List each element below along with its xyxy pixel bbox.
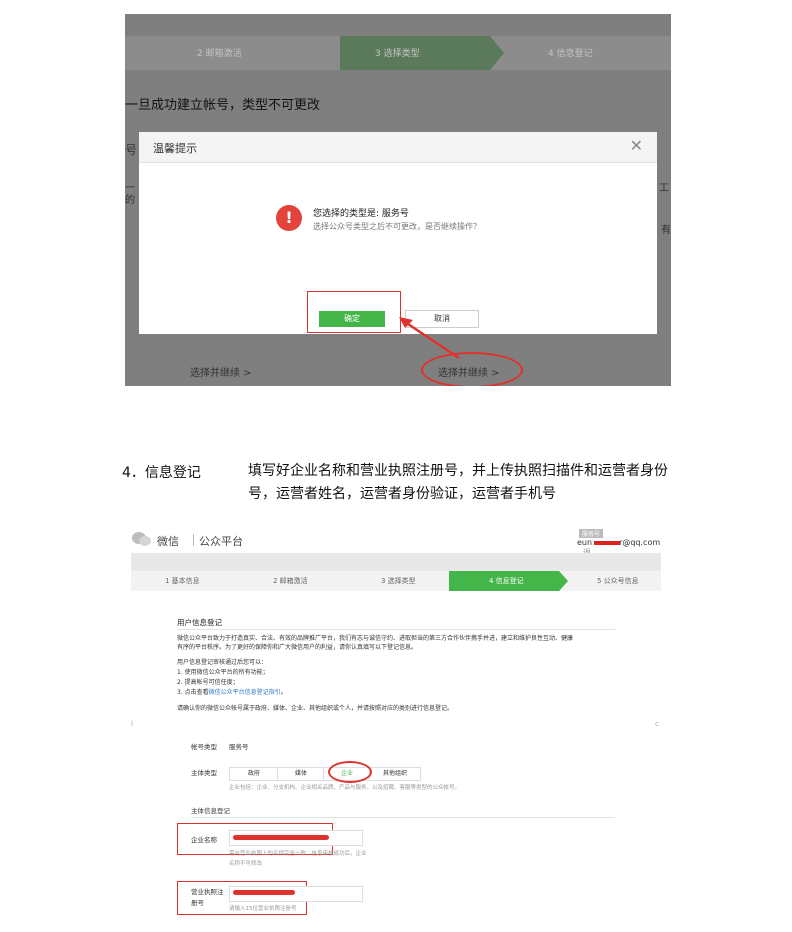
step-select-type: 3 选择类型 xyxy=(375,49,420,59)
benefit-2: 2. 提高帐号可信任度； xyxy=(177,679,239,686)
license-hint: 请输入15位营业执照注册号 xyxy=(229,906,297,912)
benefits-title: 用户信息登记审核通过后您可以： xyxy=(177,659,268,666)
brand-name: 微信 xyxy=(157,535,179,548)
continue-link-left[interactable]: 选择并继续 > xyxy=(190,364,252,379)
benefit-3-prefix: 3. 点击查看 xyxy=(177,689,209,696)
benefit-1: 1. 使用微信公众平台的所有功能； xyxy=(177,669,269,676)
step-info-register: 4 信息登记 xyxy=(489,577,524,585)
subject-type-label: 主体类型 xyxy=(191,769,217,777)
enterprise-highlight-oval xyxy=(328,761,372,783)
close-icon[interactable]: ✕ xyxy=(630,136,643,155)
brand-separator xyxy=(193,534,194,546)
intro-line-2: 有序的平台秩序。为了更好的保障你和广大微信用户的利益，请你认真填写以下登记信息。 xyxy=(177,644,418,651)
dialog-title: 温馨提示 xyxy=(153,142,197,155)
subject-divider xyxy=(191,817,615,818)
registration-screenshot: 微信 公众平台 服务号 eunr@qq.com 退 1 基本信息 2 邮箱激活 … xyxy=(131,523,661,915)
warning-icon: ! xyxy=(276,205,302,231)
company-name-hint-1: 需与营业执照上的名称完全一致，信息审核成功后，企业 xyxy=(229,851,367,857)
dialog-message: 您选择的类型是: 服务号 xyxy=(313,209,409,219)
step-choose-type: 3 选择类型 xyxy=(381,577,416,585)
confirm-category-text: 请确认你的微信公众帐号属于政府、媒体、企业、其他组织或个人，并请按照对应的类别进… xyxy=(177,705,454,712)
option-other-org[interactable]: 其他组织 xyxy=(369,767,421,781)
section-number: 4．信息登记 xyxy=(122,465,201,481)
left-edge-mark: l xyxy=(131,720,133,728)
bg-text-3: 的 xyxy=(125,195,135,206)
wechat-logo-icon xyxy=(132,532,151,546)
bg-text-1: 号 xyxy=(125,143,138,157)
account-type-value: 服务号 xyxy=(229,743,249,751)
email-prefix: eun xyxy=(577,538,593,547)
step-basic-info: 1 基本信息 xyxy=(165,577,200,585)
platform-name: 公众平台 xyxy=(199,535,243,548)
email-redaction xyxy=(594,541,620,545)
benefit-3-suffix: 。 xyxy=(280,689,287,696)
step-email-activate: 2 邮箱激活 xyxy=(273,577,308,585)
option-media[interactable]: 媒体 xyxy=(277,767,325,781)
step-email: 2 邮箱激活 xyxy=(197,49,242,59)
confirm-highlight-box xyxy=(307,291,401,333)
step-account-info: 5 公众号信息 xyxy=(597,577,639,585)
subject-info-title: 主体信息登记 xyxy=(191,807,230,815)
step-active-arrow xyxy=(490,36,504,70)
bg-text-5: 有 xyxy=(661,225,671,236)
email-suffix: r@qq.com xyxy=(619,538,661,547)
continue-highlight-oval xyxy=(421,352,523,386)
title-divider xyxy=(177,629,615,630)
step-active-arrow-2 xyxy=(559,571,568,591)
dialog-screenshot: 2 邮箱激活 3 选择类型 4 信息登记 一旦成功建立帐号，类型不可更改 号 一… xyxy=(125,14,671,386)
section-description: 填写好企业名称和营业执照注册号，并上传执照扫描件和运营者身份号，运营者姓名，运营… xyxy=(248,463,668,502)
subject-hint: 企业包括：企业、分支机构、企业相关品牌、产品与服务，以及招聘、客服等类型的公众帐… xyxy=(229,785,461,791)
guide-link[interactable]: 微信公众平台信息登记指引 xyxy=(209,689,281,696)
company-name-redaction xyxy=(233,835,329,840)
license-redaction xyxy=(233,890,295,895)
step-bar: 2 邮箱激活 3 选择类型 4 信息登记 xyxy=(125,36,671,70)
step-bar-2: 1 基本信息 2 邮箱激活 3 选择类型 4 信息登记 5 公众号信息 xyxy=(131,571,661,591)
header-band xyxy=(131,553,661,571)
dialog-note: 选择公众号类型之后不可更改，是否继续操作？ xyxy=(313,222,481,231)
right-edge-mark: c xyxy=(655,720,659,728)
bg-text-4: 工 xyxy=(659,183,669,194)
option-government[interactable]: 政府 xyxy=(229,767,279,781)
dialog-header: 温馨提示 ✕ xyxy=(139,132,657,163)
license-label-2: 册号 xyxy=(191,899,204,907)
account-tag: 服务号 xyxy=(579,529,604,538)
company-name-hint-2: 名称不可修改 xyxy=(229,861,263,867)
benefit-3: 3. 点击查看微信公众平台信息登记指引。 xyxy=(177,688,287,698)
section-title: 用户信息登记 xyxy=(177,618,222,627)
account-type-label: 帐号类型 xyxy=(191,743,217,751)
step-info: 4 信息登记 xyxy=(548,49,593,59)
type-heading: 一旦成功建立帐号，类型不可更改 xyxy=(125,98,321,113)
company-name-label: 企业名称 xyxy=(191,836,217,844)
license-label-1: 营业执照注 xyxy=(191,888,224,896)
